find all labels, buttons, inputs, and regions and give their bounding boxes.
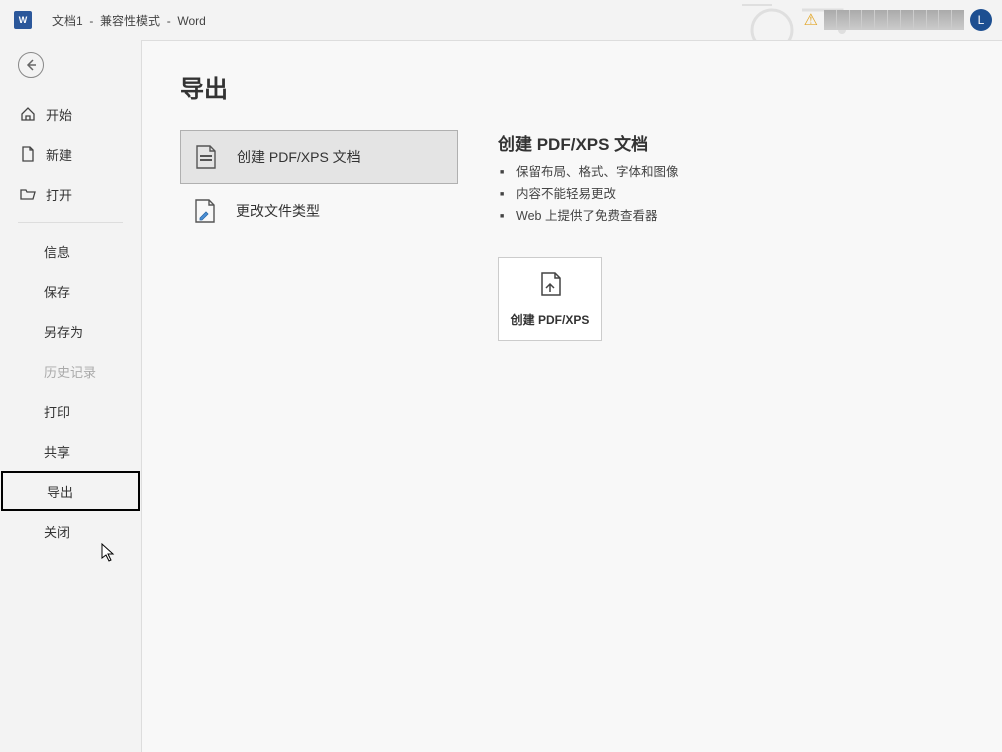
option-change-filetype[interactable]: 更改文件类型 [180, 184, 458, 238]
option-label: 更改文件类型 [236, 201, 320, 221]
bullet-item: 内容不能轻易更改 [516, 183, 964, 205]
nav-separator [18, 222, 123, 223]
back-arrow-icon [24, 58, 38, 72]
document-icon [20, 146, 36, 162]
nav-label: 信息 [44, 242, 70, 261]
bullet-item: Web 上提供了免费查看器 [516, 205, 964, 227]
section-heading: 创建 PDF/XPS 文档 [498, 130, 964, 155]
nav-label: 关闭 [44, 522, 70, 541]
nav-item-close[interactable]: 关闭 [0, 511, 141, 551]
nav-label: 打开 [46, 185, 72, 204]
redacted-area [824, 10, 964, 30]
nav-item-new[interactable]: 新建 [0, 134, 141, 174]
nav-label: 导出 [47, 482, 73, 501]
bullet-item: 保留布局、格式、字体和图像 [516, 161, 964, 183]
nav-label: 新建 [46, 145, 72, 164]
backstage-sidebar: 开始 新建 打开 信息 保存 另存为 历史记录 打印 [0, 40, 142, 752]
title-text: 文档1 - 兼容性模式 - Word [52, 12, 206, 29]
nav-label: 另存为 [44, 322, 83, 341]
button-label: 创建 PDF/XPS [511, 311, 590, 328]
option-label: 创建 PDF/XPS 文档 [237, 147, 361, 167]
nav-label: 打印 [44, 402, 70, 421]
export-file-icon [536, 270, 564, 301]
export-detail-panel: 创建 PDF/XPS 文档 保留布局、格式、字体和图像 内容不能轻易更改 Web… [498, 130, 964, 341]
nav-item-open[interactable]: 打开 [0, 174, 141, 214]
folder-icon [20, 186, 36, 202]
nav-item-history: 历史记录 [0, 351, 141, 391]
nav-label: 保存 [44, 282, 70, 301]
nav-item-home[interactable]: 开始 [0, 94, 141, 134]
content-pane: 导出 创建 PDF/XPS 文档 [142, 40, 1002, 752]
warning-icon: ⚠ [804, 10, 818, 30]
back-button[interactable] [18, 52, 44, 78]
nav-label: 历史记录 [44, 362, 96, 381]
feature-bullet-list: 保留布局、格式、字体和图像 内容不能轻易更改 Web 上提供了免费查看器 [498, 161, 964, 227]
nav-item-saveas[interactable]: 另存为 [0, 311, 141, 351]
nav-label: 共享 [44, 442, 70, 461]
nav-item-save[interactable]: 保存 [0, 271, 141, 311]
nav-label: 开始 [46, 105, 72, 124]
nav-item-share[interactable]: 共享 [0, 431, 141, 471]
home-icon [20, 106, 36, 122]
title-bar: W 文档1 - 兼容性模式 - Word ⚠ L [0, 0, 1002, 40]
change-filetype-icon [192, 198, 218, 224]
nav-item-print[interactable]: 打印 [0, 391, 141, 431]
nav-item-info[interactable]: 信息 [0, 231, 141, 271]
nav-item-export[interactable]: 导出 [1, 471, 140, 511]
word-app-icon: W [14, 11, 32, 29]
create-pdf-xps-button[interactable]: 创建 PDF/XPS [498, 257, 602, 341]
page-title: 导出 [180, 69, 964, 104]
option-create-pdf-xps[interactable]: 创建 PDF/XPS 文档 [180, 130, 458, 184]
user-avatar[interactable]: L [970, 9, 992, 31]
pdf-document-icon [193, 144, 219, 170]
export-option-list: 创建 PDF/XPS 文档 更改文件类型 [180, 130, 458, 341]
